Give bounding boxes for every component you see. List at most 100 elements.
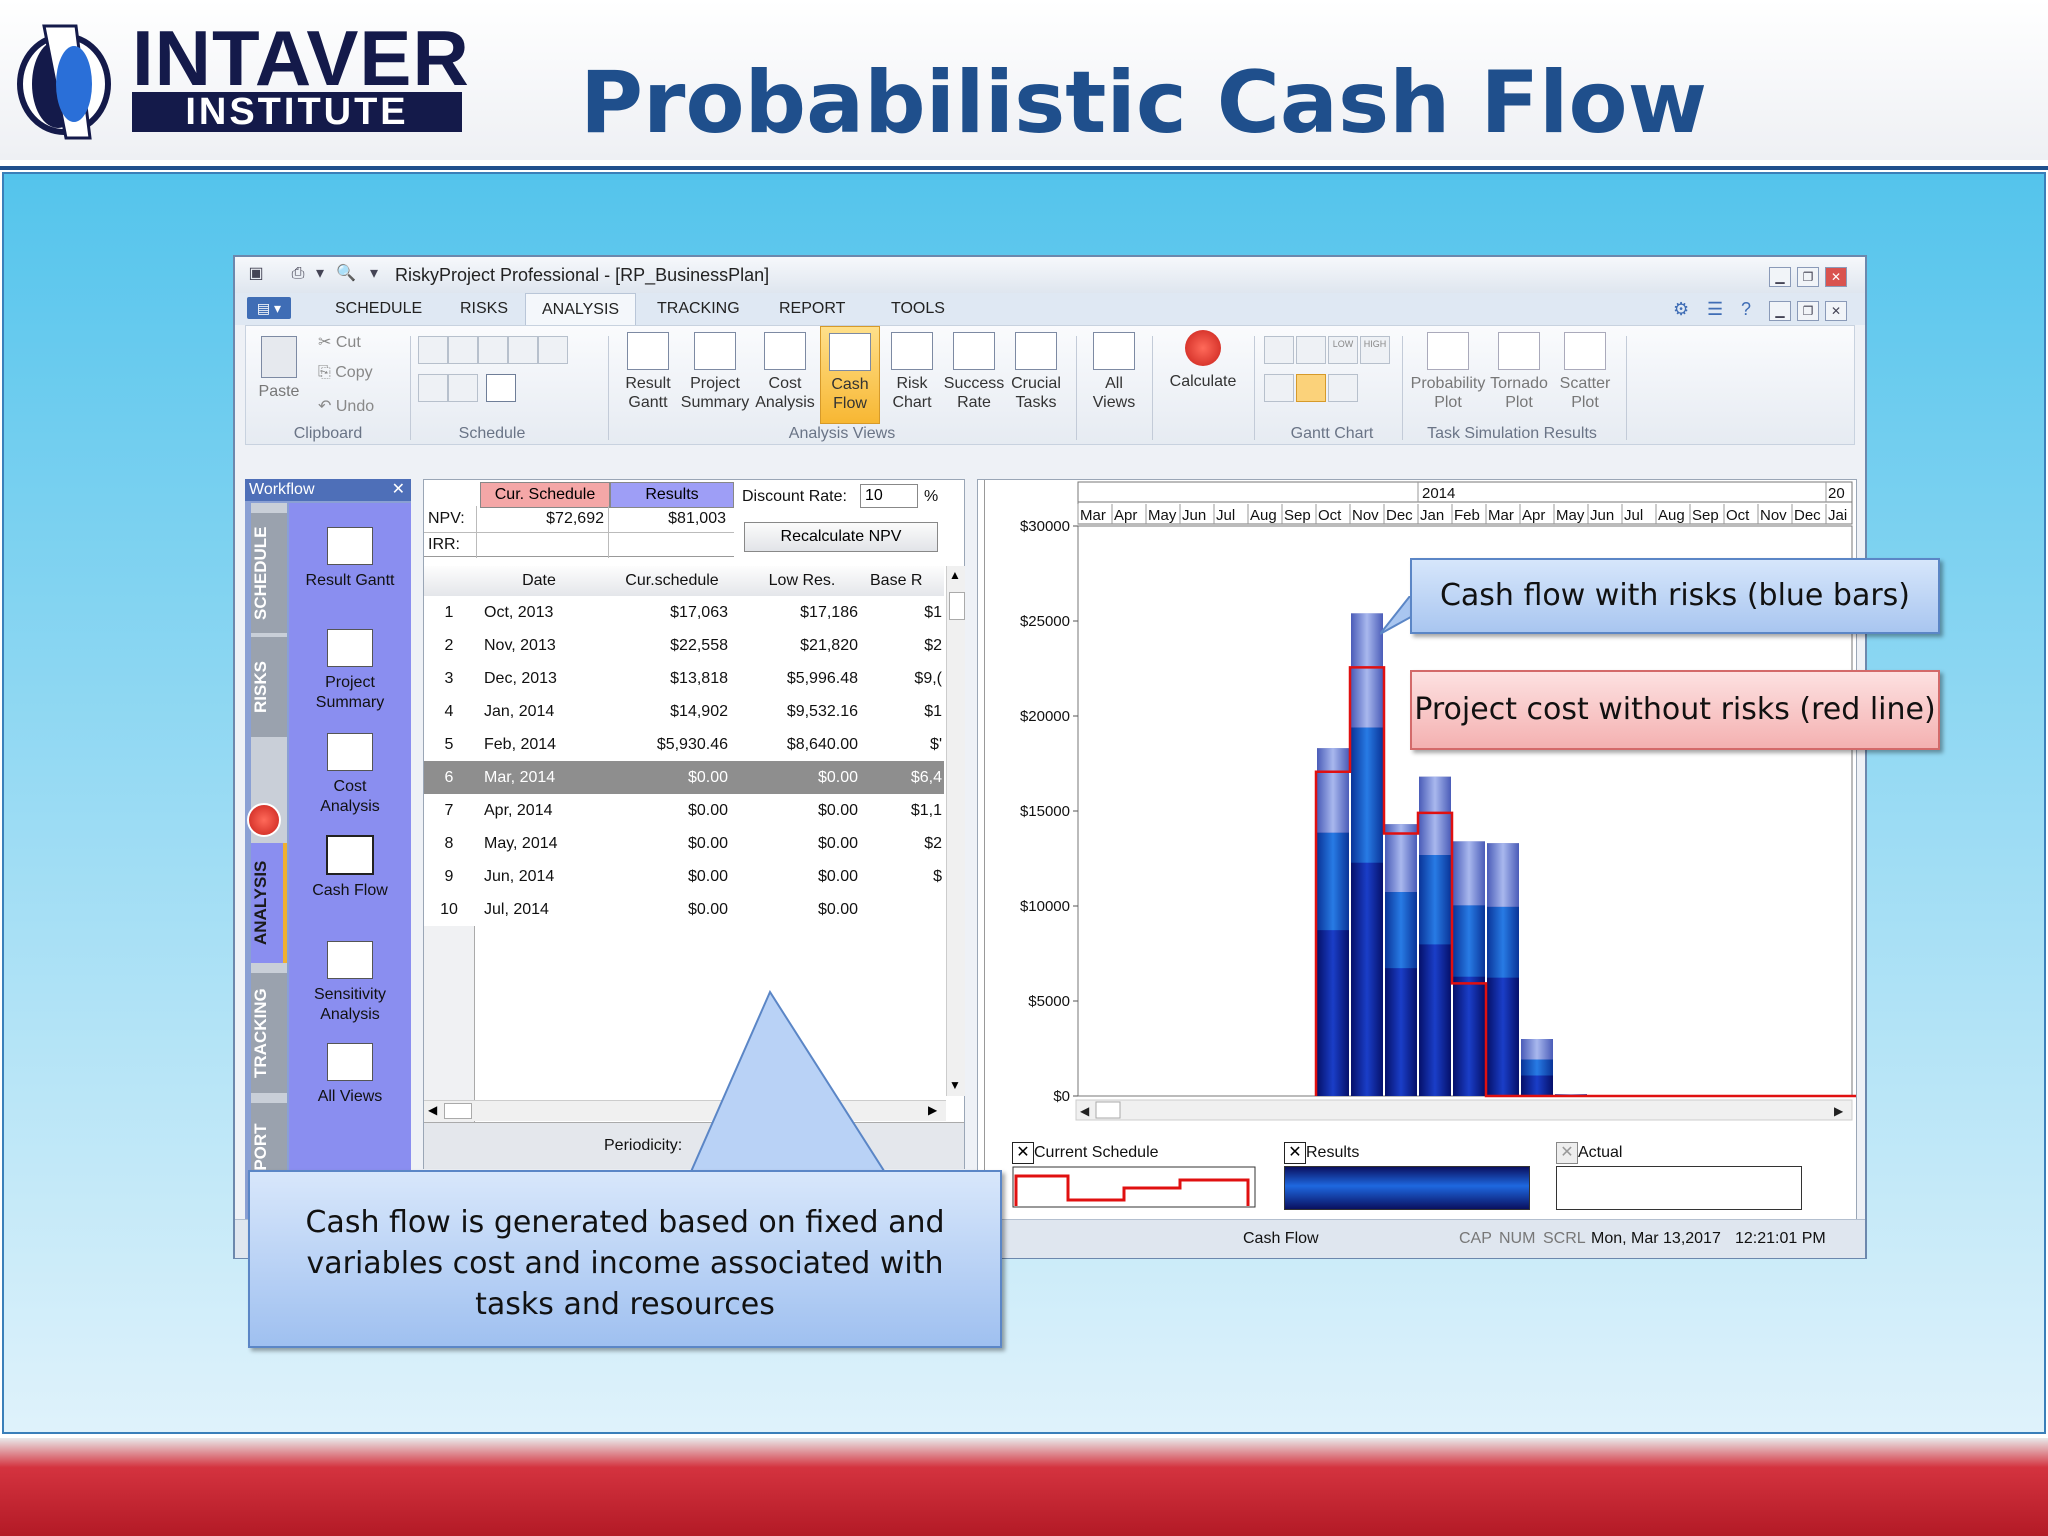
print-preview-icon[interactable]: 🔍 — [335, 264, 357, 284]
customize-toolbar-icon[interactable]: ▾ — [363, 264, 385, 284]
undo-button[interactable]: ↶ Undo — [318, 396, 374, 416]
indent-left-button[interactable] — [418, 336, 448, 364]
table-row[interactable]: 10 Jul, 2014 $0.00 $0.00 — [424, 893, 944, 926]
column-header-date[interactable]: Date — [474, 572, 604, 590]
help-icon[interactable]: ? — [1741, 299, 1751, 320]
gantt-low-button[interactable]: LOW — [1328, 336, 1358, 364]
workflow-item-all-views[interactable]: All Views — [289, 1043, 411, 1107]
column-header-cur-schedule[interactable]: Cur.schedule — [610, 572, 734, 590]
probability-plot-button[interactable]: Probability Plot — [1410, 332, 1486, 412]
maximize-button[interactable]: ❐ — [1797, 267, 1819, 287]
doc-restore-button[interactable]: ❐ — [1797, 301, 1819, 321]
discount-rate-input[interactable] — [860, 484, 918, 508]
result-gantt-button[interactable]: Result Gantt — [618, 332, 678, 412]
cell-date: Dec, 2013 — [484, 670, 557, 687]
workflow-close-icon[interactable]: ✕ — [392, 479, 405, 501]
paste-icon — [261, 336, 297, 378]
workflow-item-result-gantt[interactable]: Result Gantt — [289, 527, 411, 591]
gantt-results-button[interactable] — [1296, 374, 1326, 402]
status-scrl: SCRL — [1543, 1230, 1586, 1247]
cell-low-res: $21,820 — [800, 637, 858, 654]
workflow-item-cash-flow[interactable]: Cash Flow — [289, 835, 411, 901]
close-button[interactable]: ✕ — [1825, 267, 1847, 287]
all-views-button[interactable]: All Views — [1084, 332, 1144, 412]
tornado-plot-label-2: Plot — [1505, 394, 1533, 411]
community-icon[interactable]: ⚙ — [1673, 299, 1689, 320]
cash-flow-button[interactable]: Cash Flow — [820, 326, 880, 424]
workflow-item-sensitivity-analysis[interactable]: Sensitivity Analysis — [289, 941, 411, 1025]
current-schedule-checkbox[interactable]: ✕ — [1012, 1142, 1034, 1164]
indent-right-button[interactable] — [448, 336, 478, 364]
scroll-left-icon[interactable]: ◀ — [428, 1103, 437, 1117]
tab-tools[interactable]: TOOLS — [891, 293, 945, 325]
doc-close-button[interactable]: ✕ — [1825, 301, 1847, 321]
scroll-down-icon[interactable]: ▼ — [949, 1078, 961, 1092]
task-info-button[interactable] — [486, 374, 516, 402]
scroll-right-icon[interactable]: ▶ — [928, 1103, 937, 1117]
column-header-low-res[interactable]: Low Res. — [740, 572, 864, 590]
move-right-button[interactable] — [448, 374, 478, 402]
table-row[interactable]: 9 Jun, 2014 $0.00 $0.00 $ — [424, 860, 944, 893]
table-row[interactable]: 7 Apr, 2014 $0.00 $0.00 $1,1 — [424, 794, 944, 827]
gantt-bars-button[interactable] — [1264, 336, 1294, 364]
paste-button[interactable]: Paste — [256, 336, 302, 401]
table-row[interactable]: 1 Oct, 2013 $17,063 $17,186 $1 — [424, 596, 944, 629]
app-menu-icon[interactable]: ▣ — [245, 264, 267, 284]
table-row[interactable]: 3 Dec, 2013 $13,818 $5,996.48 $9,( — [424, 662, 944, 695]
recalculate-npv-button[interactable]: Recalculate NPV — [744, 522, 938, 552]
tab-schedule[interactable]: SCHEDULE — [335, 293, 422, 325]
copy-button[interactable]: ⎘ Copy — [318, 364, 373, 382]
workflow-tab-analysis[interactable]: ANALYSIS — [251, 843, 287, 963]
scroll-up-icon[interactable]: ▲ — [949, 568, 961, 582]
table-row[interactable]: 8 May, 2014 $0.00 $0.00 $2 — [424, 827, 944, 860]
link-button[interactable] — [478, 336, 508, 364]
scroll-thumb[interactable] — [949, 592, 965, 620]
gantt-arrows-button[interactable] — [1328, 374, 1358, 402]
cost-analysis-button[interactable]: Cost Analysis — [752, 332, 818, 412]
tab-risks[interactable]: RISKS — [460, 293, 508, 325]
gantt-high-button[interactable]: HIGH — [1360, 336, 1390, 364]
scatter-plot-button[interactable]: Scatter Plot — [1552, 332, 1618, 412]
vertical-scrollbar[interactable]: ▲ ▼ — [946, 566, 965, 1096]
success-rate-button[interactable]: Success Rate — [942, 332, 1006, 412]
cut-button[interactable]: ✂ Cut — [318, 332, 361, 352]
cell-base-r: $2 — [924, 835, 942, 852]
workflow-tab-tracking[interactable]: TRACKING — [251, 973, 287, 1093]
table-row[interactable]: 6 Mar, 2014 $0.00 $0.00 $6,4 — [424, 761, 944, 794]
unlink-button[interactable] — [508, 336, 538, 364]
crucial-tasks-button[interactable]: Crucial Tasks — [1006, 332, 1066, 412]
calculate-button[interactable]: Calculate — [1160, 330, 1246, 391]
options-icon[interactable]: ☰ — [1707, 299, 1723, 320]
print-icon[interactable]: ⎙ — [287, 264, 309, 284]
y-tick-label: $10000 — [1020, 898, 1070, 915]
workflow-tab-risks[interactable]: RISKS — [251, 637, 287, 737]
results-checkbox[interactable]: ✕ — [1284, 1142, 1306, 1164]
scroll-thumb[interactable] — [444, 1103, 472, 1119]
gantt-milestone-button[interactable] — [1296, 336, 1326, 364]
row-number: 8 — [444, 835, 454, 852]
workflow-item-cost-analysis[interactable]: Cost Analysis — [289, 733, 411, 817]
table-row[interactable]: 5 Feb, 2014 $5,930.46 $8,640.00 $' — [424, 728, 944, 761]
tornado-plot-button[interactable]: Tornado Plot — [1486, 332, 1552, 412]
move-left-button[interactable] — [418, 374, 448, 402]
column-header-base-r[interactable]: Base R — [870, 572, 950, 590]
pane-splitter[interactable] — [984, 480, 985, 1232]
workflow-item-project-summary[interactable]: Project Summary — [289, 629, 411, 713]
tab-tracking[interactable]: TRACKING — [657, 293, 740, 325]
risk-chart-button[interactable]: Risk Chart — [882, 332, 942, 412]
table-row[interactable]: 2 Nov, 2013 $22,558 $21,820 $2 — [424, 629, 944, 662]
gantt-baseline-button[interactable] — [1264, 374, 1294, 402]
workflow-tab-schedule[interactable]: SCHEDULE — [251, 513, 287, 633]
tab-report[interactable]: REPORT — [779, 293, 845, 325]
file-menu-button[interactable]: ▤ ▾ — [247, 297, 291, 319]
minimize-button[interactable]: ▁ — [1769, 267, 1791, 287]
calculate-small-icon[interactable] — [247, 803, 281, 837]
table-row[interactable]: 4 Jan, 2014 $14,902 $9,532.16 $1 — [424, 695, 944, 728]
project-summary-button[interactable]: Project Summary — [678, 332, 752, 412]
split-button[interactable] — [538, 336, 568, 364]
dropdown-arrow-icon[interactable]: ▾ — [309, 264, 331, 284]
doc-minimize-button[interactable]: ▁ — [1769, 301, 1791, 321]
actual-checkbox[interactable]: ✕ — [1556, 1142, 1578, 1164]
tab-analysis[interactable]: ANALYSIS — [525, 293, 637, 326]
result-bar-mid-band — [1317, 832, 1349, 931]
